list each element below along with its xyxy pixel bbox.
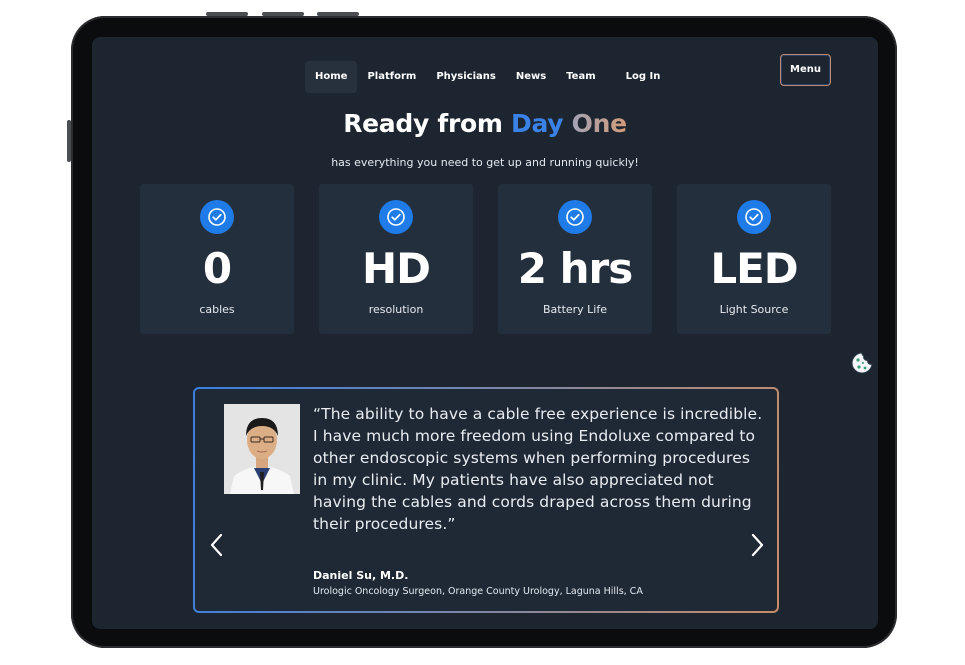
physician-photo [224,404,300,494]
stat-value: HD [361,244,431,293]
check-circle-icon [200,200,234,234]
stat-value: LED [710,244,798,293]
stat-value: 2 hrs [517,244,633,293]
stat-label: resolution [368,303,424,316]
nav-team[interactable]: Team [556,61,605,93]
chevron-right-icon[interactable] [749,533,765,557]
cookie-icon[interactable] [850,351,874,375]
nav-physicians[interactable]: Physicians [426,61,506,93]
title-part-3: One [563,109,627,138]
check-circle-icon [558,200,592,234]
page-title: Ready from Day One [92,109,878,138]
testimonial-role: Urologic Oncology Surgeon, Orange County… [313,586,643,597]
top-nav: Home Platform Physicians News Team Log I… [305,61,670,93]
nav-home[interactable]: Home [305,61,358,93]
testimonial-author: Daniel Su, M.D. [313,569,409,582]
title-part-1: Ready from [343,109,512,138]
stat-label: cables [199,303,235,316]
testimonial-card: “The ability to have a cable free experi… [193,387,779,613]
page-subtitle: has everything you need to get up and ru… [331,156,639,169]
check-circle-icon [737,200,771,234]
title-part-2: Day [511,109,564,138]
testimonial-quote: “The ability to have a cable free experi… [313,405,763,533]
nav-news[interactable]: News [506,61,556,93]
chevron-left-icon[interactable] [209,533,225,557]
nav-login[interactable]: Log In [616,61,671,93]
menu-button[interactable]: Menu [780,54,831,86]
stat-card-cables: 0 cables [140,184,294,334]
nav-platform[interactable]: Platform [357,61,426,93]
stat-value: 0 [202,244,232,293]
stat-card-resolution: HD resolution [319,184,473,334]
check-circle-icon [379,200,413,234]
stat-label: Battery Life [542,303,608,316]
stat-label: Light Source [719,303,789,316]
stat-card-battery: 2 hrs Battery Life [498,184,652,334]
stat-card-light-source: LED Light Source [677,184,831,334]
